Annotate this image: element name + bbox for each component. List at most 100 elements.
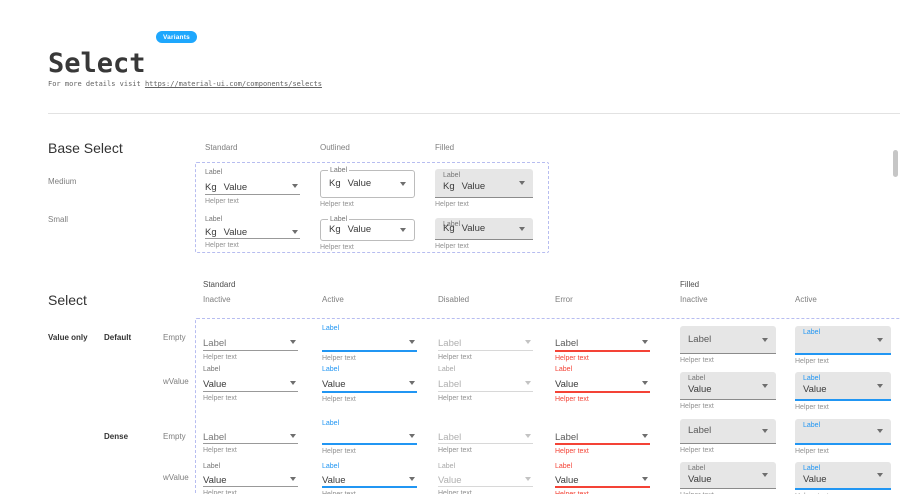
column-header: Standard: [205, 143, 237, 152]
dropdown-arrow-icon: [292, 184, 298, 188]
select-trigger[interactable]: Label: [438, 375, 533, 392]
select-label: [203, 419, 298, 429]
select-value: Value: [203, 475, 227, 486]
select-cell: Label Helper text: [555, 419, 650, 455]
dropdown-arrow-icon: [877, 338, 883, 342]
helper-text: Helper text: [680, 447, 776, 454]
select-trigger[interactable]: LabelKgValue: [320, 219, 415, 241]
helper-text: Helper text: [203, 447, 298, 454]
select-trigger[interactable]: [322, 334, 417, 352]
select-trigger[interactable]: Value: [555, 375, 650, 393]
select-value: Label: [555, 432, 578, 443]
column-header: Filled: [435, 143, 454, 152]
dropdown-arrow-icon: [409, 381, 415, 385]
select-cell: LabelKgValueHelper text: [435, 169, 533, 208]
select-value: Label: [555, 338, 578, 349]
select-cell: LabelValueHelper text: [203, 365, 298, 402]
select-cell: Label Helper text: [322, 419, 417, 455]
select-label: Label: [322, 365, 417, 375]
select-value: Label: [203, 338, 226, 349]
helper-text: Helper text: [435, 243, 533, 250]
select-label: Label: [438, 365, 533, 375]
dropdown-arrow-icon: [877, 429, 883, 433]
select-value: Value: [688, 474, 712, 485]
select-cell: LabelKgValueHelper text: [205, 215, 300, 249]
dropdown-arrow-icon: [642, 381, 648, 385]
dropdown-arrow-icon: [762, 429, 768, 433]
row-group-label: Default: [104, 333, 131, 342]
select-trigger[interactable]: LabelKgValue: [435, 218, 533, 240]
dropdown-arrow-icon: [525, 434, 531, 438]
select-adornment: Kg: [443, 223, 455, 234]
select-trigger[interactable]: Value: [203, 472, 298, 487]
select-cell: LabelValueHelper text: [322, 462, 417, 494]
select-cell: Label Helper text: [438, 419, 533, 454]
helper-text: Helper text: [322, 448, 417, 455]
helper-text: Helper text: [438, 447, 533, 454]
subtitle-text: For more details visit: [48, 80, 145, 88]
select-trigger[interactable]: Value: [322, 472, 417, 488]
group-header-filled: Filled: [680, 280, 699, 289]
select-trigger[interactable]: LabelValue: [680, 372, 776, 400]
select-label: Label: [803, 465, 820, 472]
helper-text: Helper text: [555, 448, 650, 455]
select-trigger[interactable]: Label: [438, 334, 533, 351]
helper-text: Helper text: [680, 403, 776, 410]
select-trigger[interactable]: Value: [203, 375, 298, 392]
select-trigger[interactable]: KgValue: [205, 178, 300, 195]
select-trigger[interactable]: Label: [555, 334, 650, 352]
helper-text: Helper text: [205, 198, 300, 205]
helper-text: Helper text: [320, 201, 415, 208]
select-trigger[interactable]: Label: [438, 429, 533, 444]
select-trigger[interactable]: [322, 429, 417, 445]
variants-badge: Variants: [156, 31, 197, 43]
docs-link[interactable]: https://material-ui.com/components/selec…: [145, 80, 322, 88]
select-cell: LabelLabel Helper text: [438, 365, 533, 402]
select-trigger[interactable]: LabelKgValue: [320, 170, 415, 198]
storybook-docs-page: Select Variants For more details visit h…: [0, 0, 900, 494]
select-trigger[interactable]: LabelValue: [680, 462, 776, 489]
select-adornment: Kg: [443, 181, 455, 192]
select-value: Value: [322, 475, 346, 486]
select-label: Label: [322, 419, 417, 429]
select-label: Label: [322, 462, 417, 472]
dropdown-arrow-icon: [525, 340, 531, 344]
dropdown-arrow-icon: [409, 477, 415, 481]
select-trigger[interactable]: Value: [438, 472, 533, 487]
helper-text: Helper text: [795, 358, 891, 365]
select-trigger[interactable]: Label: [203, 334, 298, 351]
column-header: Inactive: [203, 295, 231, 304]
dropdown-arrow-icon: [525, 381, 531, 385]
select-trigger[interactable]: Label: [795, 419, 891, 445]
select-cell: LabelValueHelper text: [555, 365, 650, 403]
select-value: KgValue: [329, 178, 371, 189]
select-trigger[interactable]: Label: [795, 326, 891, 355]
dropdown-arrow-icon: [409, 434, 415, 438]
select-trigger[interactable]: Value: [322, 375, 417, 393]
select-trigger[interactable]: LabelKgValue: [435, 169, 533, 198]
section-heading-select: Select: [48, 292, 87, 308]
row-group-label: Dense: [104, 432, 128, 441]
helper-text: Helper text: [322, 355, 417, 362]
select-trigger[interactable]: LabelValue: [795, 462, 891, 490]
select-label: Label: [203, 365, 298, 375]
select-label: [438, 419, 533, 429]
dropdown-arrow-icon: [877, 384, 883, 388]
select-trigger[interactable]: Label: [555, 429, 650, 445]
dropdown-arrow-icon: [400, 182, 406, 186]
column-header: Disabled: [438, 295, 469, 304]
select-trigger[interactable]: Label: [203, 429, 298, 444]
select-trigger[interactable]: Label: [680, 419, 776, 444]
select-trigger[interactable]: Value: [555, 472, 650, 488]
select-label: [438, 324, 533, 334]
select-cell: LabelKgValueHelper text: [320, 219, 415, 251]
select-trigger[interactable]: LabelValue: [795, 372, 891, 401]
select-trigger[interactable]: KgValue: [205, 225, 300, 239]
dropdown-arrow-icon: [642, 340, 648, 344]
select-label: Label: [803, 422, 820, 429]
dropdown-arrow-icon: [290, 381, 296, 385]
select-value: KgValue: [329, 224, 371, 235]
select-trigger[interactable]: Label: [680, 326, 776, 354]
helper-text: Helper text: [438, 395, 533, 402]
scrollbar-thumb[interactable]: [893, 150, 898, 177]
